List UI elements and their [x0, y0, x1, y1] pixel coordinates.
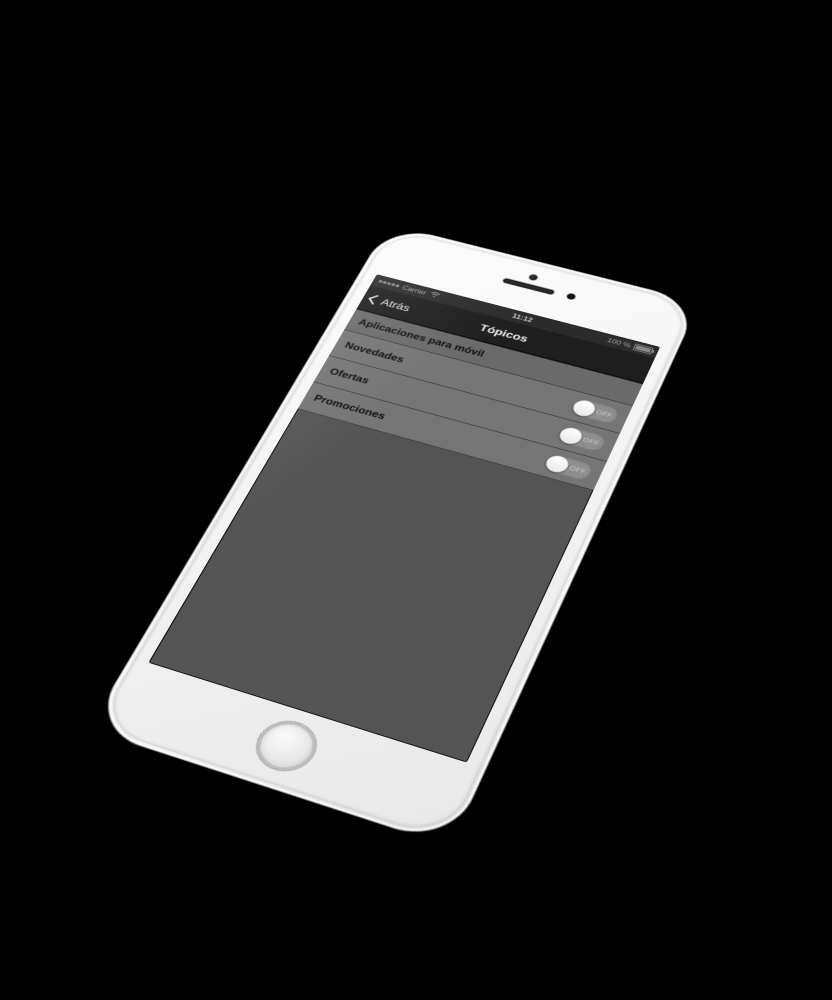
toggle-ofertas[interactable]: OFF — [556, 425, 608, 453]
toggle-knob-icon — [557, 426, 585, 446]
toggle-off-label: OFF — [582, 436, 601, 447]
wifi-icon — [428, 291, 441, 300]
toggle-off-label: OFF — [595, 409, 614, 419]
signal-dots-icon — [378, 280, 400, 288]
toggle-promociones[interactable]: OFF — [542, 453, 595, 482]
back-label: Atrás — [379, 296, 413, 313]
toggle-off-label: OFF — [568, 464, 587, 475]
page-title: Tópicos — [478, 322, 531, 344]
row-label: Ofertas — [327, 366, 371, 385]
toggle-knob-icon — [570, 398, 597, 418]
phone-mockup: Carrier 11:12 100 % Atrás Tópicos — [89, 225, 699, 846]
